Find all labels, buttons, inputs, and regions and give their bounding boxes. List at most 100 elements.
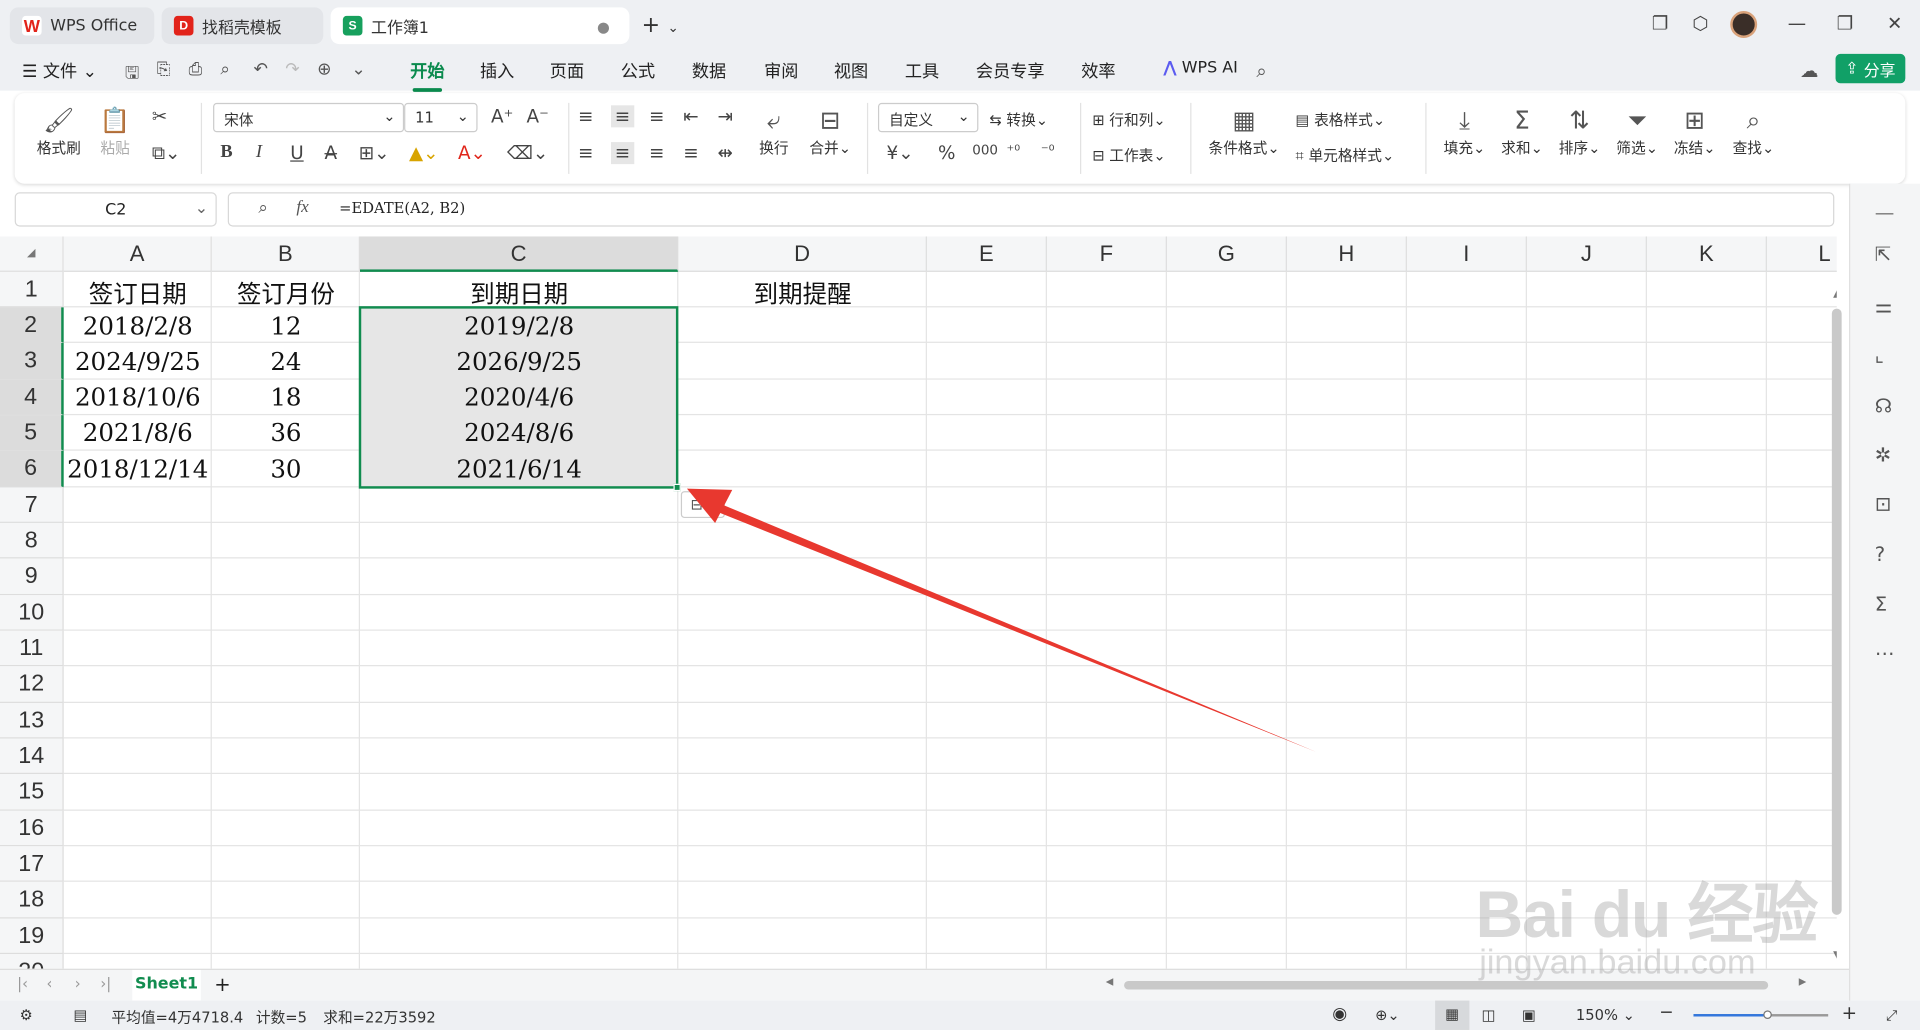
wrap-text-button[interactable]: ⤶ 换行 bbox=[744, 103, 803, 158]
underline-icon[interactable]: U bbox=[290, 142, 303, 164]
row-header-1[interactable]: 1 bbox=[0, 271, 64, 308]
save-icon[interactable]: 🖫 bbox=[125, 60, 140, 89]
export-icon[interactable]: ⎘ bbox=[157, 60, 171, 80]
column-header-k[interactable]: K bbox=[1646, 236, 1767, 272]
decrease-indent-icon[interactable]: ⇤ bbox=[683, 105, 698, 127]
cell-b5[interactable]: 36 bbox=[212, 418, 360, 447]
add-sheet-icon[interactable]: + bbox=[214, 972, 230, 995]
justify-icon[interactable]: ≡ bbox=[683, 142, 698, 164]
minimize-icon[interactable]: — bbox=[1788, 12, 1806, 34]
new-doc-icon[interactable]: ⊕ bbox=[317, 60, 331, 80]
tools-icon[interactable]: ✲ bbox=[1875, 443, 1891, 466]
first-sheet-icon[interactable]: |‹ bbox=[17, 975, 28, 992]
merge-button[interactable]: ⊟ 合并⌄ bbox=[801, 103, 860, 158]
row-header-3[interactable]: 3 bbox=[0, 342, 64, 380]
chart-tool-icon[interactable]: ☊ bbox=[1875, 394, 1892, 417]
menu-efficiency[interactable]: 效率 bbox=[1081, 59, 1115, 83]
zoom-formula-icon[interactable]: ⌕ bbox=[258, 198, 268, 218]
menu-page[interactable]: 页面 bbox=[550, 59, 584, 83]
vertical-scrollbar[interactable] bbox=[1831, 308, 1842, 915]
decrease-font-icon[interactable]: A⁻ bbox=[527, 105, 549, 127]
fill-color-icon[interactable]: ▲⌄ bbox=[409, 142, 439, 164]
cell-b3[interactable]: 24 bbox=[212, 347, 360, 376]
last-sheet-icon[interactable]: ›| bbox=[100, 975, 111, 992]
maximize-icon[interactable]: ❐ bbox=[1837, 12, 1853, 34]
number-format-select[interactable]: 自定义 ⌄ bbox=[877, 102, 979, 133]
close-icon[interactable]: ✕ bbox=[1887, 12, 1902, 34]
font-name-select[interactable]: 宋体 ⌄ bbox=[213, 102, 405, 133]
worksheet-button[interactable]: ⊟ 工作表⌄ bbox=[1092, 145, 1165, 166]
cut-icon[interactable]: ✂ bbox=[152, 105, 167, 127]
convert-button[interactable]: ⇆ 转换⌄ bbox=[989, 109, 1048, 130]
sheet-view-icon[interactable]: ▤ bbox=[73, 1007, 87, 1024]
menu-tools[interactable]: 工具 bbox=[905, 59, 939, 83]
cell-b6[interactable]: 30 bbox=[212, 454, 360, 483]
scroll-down-icon[interactable]: ▼ bbox=[1833, 949, 1837, 960]
fullscreen-icon[interactable]: ⤢ bbox=[1886, 1007, 1898, 1025]
row-header-4[interactable]: 4 bbox=[0, 379, 64, 416]
scroll-right-icon[interactable]: ▶ bbox=[1799, 976, 1807, 987]
column-header-b[interactable]: B bbox=[211, 236, 361, 272]
strikethrough-icon[interactable]: A bbox=[324, 142, 337, 164]
copy-icon[interactable]: ⧉⌄ bbox=[152, 142, 181, 164]
align-top-icon[interactable]: ≡ bbox=[578, 105, 593, 127]
filter-button[interactable]: ⏷ 筛选⌄ bbox=[1608, 103, 1667, 158]
page-break-view-icon[interactable]: ◫ bbox=[1482, 1007, 1496, 1024]
formula-text[interactable]: =EDATE(A2, B2) bbox=[339, 200, 465, 217]
new-tab-button[interactable]: + ⌄ bbox=[642, 12, 679, 38]
menu-insert[interactable]: 插入 bbox=[480, 59, 514, 83]
find-button[interactable]: ⌕ 查找⌄ bbox=[1724, 103, 1783, 158]
cell-a3[interactable]: 2024/9/25 bbox=[64, 347, 212, 376]
increase-font-icon[interactable]: A⁺ bbox=[491, 105, 513, 127]
more-quick-icon[interactable]: ⌄ bbox=[351, 60, 365, 80]
align-center-icon[interactable]: ≡ bbox=[611, 142, 634, 165]
menu-data[interactable]: 数据 bbox=[692, 59, 726, 83]
paste-button[interactable]: 📋 粘贴 bbox=[86, 103, 145, 158]
user-avatar[interactable] bbox=[1730, 11, 1758, 38]
name-box[interactable]: C2 ⌄ bbox=[14, 192, 217, 227]
row-header-16[interactable]: 16 bbox=[0, 810, 64, 847]
cell-a2[interactable]: 2018/2/8 bbox=[64, 311, 212, 340]
menu-view[interactable]: 视图 bbox=[834, 59, 868, 83]
column-header-l[interactable]: L bbox=[1766, 236, 1837, 272]
column-header-g[interactable]: G bbox=[1166, 236, 1287, 272]
row-header-9[interactable]: 9 bbox=[0, 558, 64, 596]
transform-icon[interactable]: ⌞ bbox=[1875, 343, 1884, 366]
wps-ai-button[interactable]: ⋀ WPS AI bbox=[1163, 59, 1238, 77]
zoom-level[interactable]: 150% ⌄ bbox=[1576, 1007, 1635, 1024]
fill-button[interactable]: ⤓ 填充⌄ bbox=[1435, 103, 1494, 158]
row-header-12[interactable]: 12 bbox=[0, 666, 64, 703]
restore-layout-icon[interactable]: ❐ bbox=[1652, 12, 1668, 34]
file-menu[interactable]: ☰ 文件 ⌄ bbox=[22, 59, 97, 83]
cell-a1[interactable]: 签订日期 bbox=[64, 274, 212, 310]
sort-button[interactable]: ⇅ 排序⌄ bbox=[1550, 103, 1609, 158]
formula-helper-icon[interactable]: Σ bbox=[1875, 593, 1887, 616]
horizontal-scrollbar[interactable] bbox=[1124, 980, 1769, 990]
scroll-up-icon[interactable]: ▲ bbox=[1833, 288, 1837, 299]
column-header-f[interactable]: F bbox=[1046, 236, 1167, 272]
menu-formula[interactable]: 公式 bbox=[621, 59, 655, 83]
format-painter-button[interactable]: 🖌 格式刷 bbox=[29, 103, 88, 158]
italic-icon[interactable]: I bbox=[256, 142, 262, 163]
fill-handle[interactable] bbox=[673, 483, 681, 492]
print-preview-icon[interactable]: ⌕ bbox=[220, 60, 230, 80]
cell-b1[interactable]: 签订月份 bbox=[212, 274, 360, 310]
table-style-button[interactable]: ▤ 表格样式⌄ bbox=[1296, 109, 1386, 130]
row-header-20[interactable]: 20 bbox=[0, 954, 64, 969]
column-header-c[interactable]: C bbox=[360, 236, 679, 272]
menu-review[interactable]: 审阅 bbox=[764, 59, 798, 83]
column-header-a[interactable]: A bbox=[63, 236, 212, 272]
share-button[interactable]: ⇪ 分享 bbox=[1835, 53, 1906, 84]
font-color-icon[interactable]: A⌄ bbox=[458, 142, 486, 164]
row-header-6[interactable]: 6 bbox=[0, 450, 64, 488]
redo-icon[interactable]: ↷ bbox=[285, 60, 299, 80]
normal-view-icon[interactable]: ▦ bbox=[1435, 1000, 1470, 1030]
decrease-decimal-icon[interactable]: ⁻⁰ bbox=[1041, 142, 1055, 159]
cell-a6[interactable]: 2018/12/14 bbox=[64, 454, 212, 483]
row-header-2[interactable]: 2 bbox=[0, 307, 64, 343]
row-header-5[interactable]: 5 bbox=[0, 415, 64, 451]
increase-decimal-icon[interactable]: ⁺⁰ bbox=[1007, 142, 1021, 159]
layout-mode-icon[interactable]: ⊕⌄ bbox=[1375, 1007, 1400, 1024]
more-options-icon[interactable]: ⋯ bbox=[1875, 642, 1895, 665]
cell-b4[interactable]: 18 bbox=[212, 382, 360, 411]
